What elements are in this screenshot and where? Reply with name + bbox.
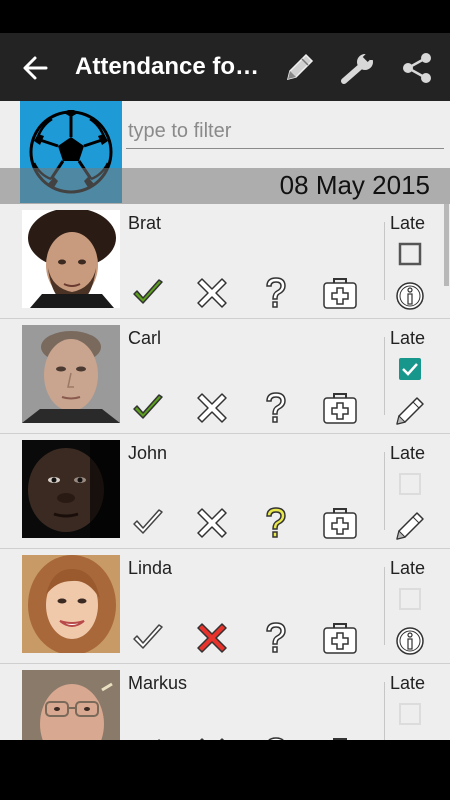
arrow-back-icon[interactable] [14, 47, 56, 89]
absent-x-icon[interactable] [192, 274, 232, 312]
excused-medical-icon[interactable] [320, 274, 360, 312]
avatar [22, 670, 120, 740]
late-checkbox[interactable] [398, 587, 422, 611]
scrollbar[interactable] [444, 204, 449, 286]
filter-input[interactable] [126, 115, 444, 149]
divider [384, 452, 385, 530]
late-checkbox[interactable] [398, 357, 422, 381]
absent-x-icon[interactable] [192, 389, 232, 427]
player-name: John [128, 443, 168, 463]
divider [384, 682, 385, 740]
late-checkbox[interactable] [398, 472, 422, 496]
attendance-content: 08 May 2015 Brat [0, 101, 450, 740]
avatar [22, 555, 120, 653]
late-label: Late [390, 443, 426, 463]
excused-medical-icon[interactable] [320, 504, 360, 542]
avatar [22, 440, 120, 538]
late-label: Late [390, 213, 426, 233]
excused-medical-icon[interactable] [320, 389, 360, 427]
excused-medical-icon[interactable] [320, 619, 360, 657]
info-icon[interactable] [392, 278, 428, 314]
pencil-icon[interactable] [278, 47, 320, 89]
late-label: Late [390, 328, 426, 348]
late-label: Late [390, 673, 426, 693]
app-bar: Attendance football [0, 33, 450, 101]
list-item[interactable]: John Late [0, 434, 450, 549]
list-item[interactable]: Markus Late [0, 664, 450, 740]
late-checkbox[interactable] [398, 242, 422, 266]
avatar [22, 325, 120, 423]
player-list: Brat Late Carl Late John Late Linda Late… [0, 204, 450, 740]
pencil-icon[interactable] [392, 508, 428, 544]
list-item[interactable]: Linda Late [0, 549, 450, 664]
status-icons [128, 504, 363, 542]
info-icon[interactable] [392, 623, 428, 659]
player-name: Linda [128, 558, 173, 578]
late-checkbox[interactable] [398, 702, 422, 726]
absent-x-icon[interactable] [192, 504, 232, 542]
page-title: Attendance football [75, 53, 270, 80]
present-check-icon[interactable] [128, 504, 168, 542]
present-check-icon[interactable] [128, 619, 168, 657]
nav-bar [0, 740, 450, 800]
present-check-icon[interactable] [128, 274, 168, 312]
status-bar [0, 0, 450, 33]
status-icons [128, 274, 363, 312]
player-name: Brat [128, 213, 162, 233]
unknown-question-icon[interactable] [256, 504, 296, 542]
date-bar[interactable]: 08 May 2015 [0, 168, 450, 204]
pencil-icon[interactable] [392, 393, 428, 429]
divider [384, 567, 385, 645]
late-label: Late [390, 558, 426, 578]
divider [384, 337, 385, 415]
date-label: 08 May 2015 [279, 170, 430, 200]
unknown-question-icon[interactable] [256, 274, 296, 312]
player-name: Carl [128, 328, 162, 348]
wrench-icon[interactable] [338, 47, 380, 89]
unknown-question-icon[interactable] [256, 619, 296, 657]
absent-x-icon[interactable] [192, 619, 232, 657]
share-icon[interactable] [396, 47, 438, 89]
avatar [22, 210, 120, 308]
player-name: Markus [128, 673, 188, 693]
status-icons [128, 619, 363, 657]
list-item[interactable]: Brat Late [0, 204, 450, 319]
unknown-question-icon[interactable] [256, 389, 296, 427]
divider [384, 222, 385, 300]
present-check-icon[interactable] [128, 389, 168, 427]
list-item[interactable]: Carl Late [0, 319, 450, 434]
status-icons [128, 389, 363, 427]
